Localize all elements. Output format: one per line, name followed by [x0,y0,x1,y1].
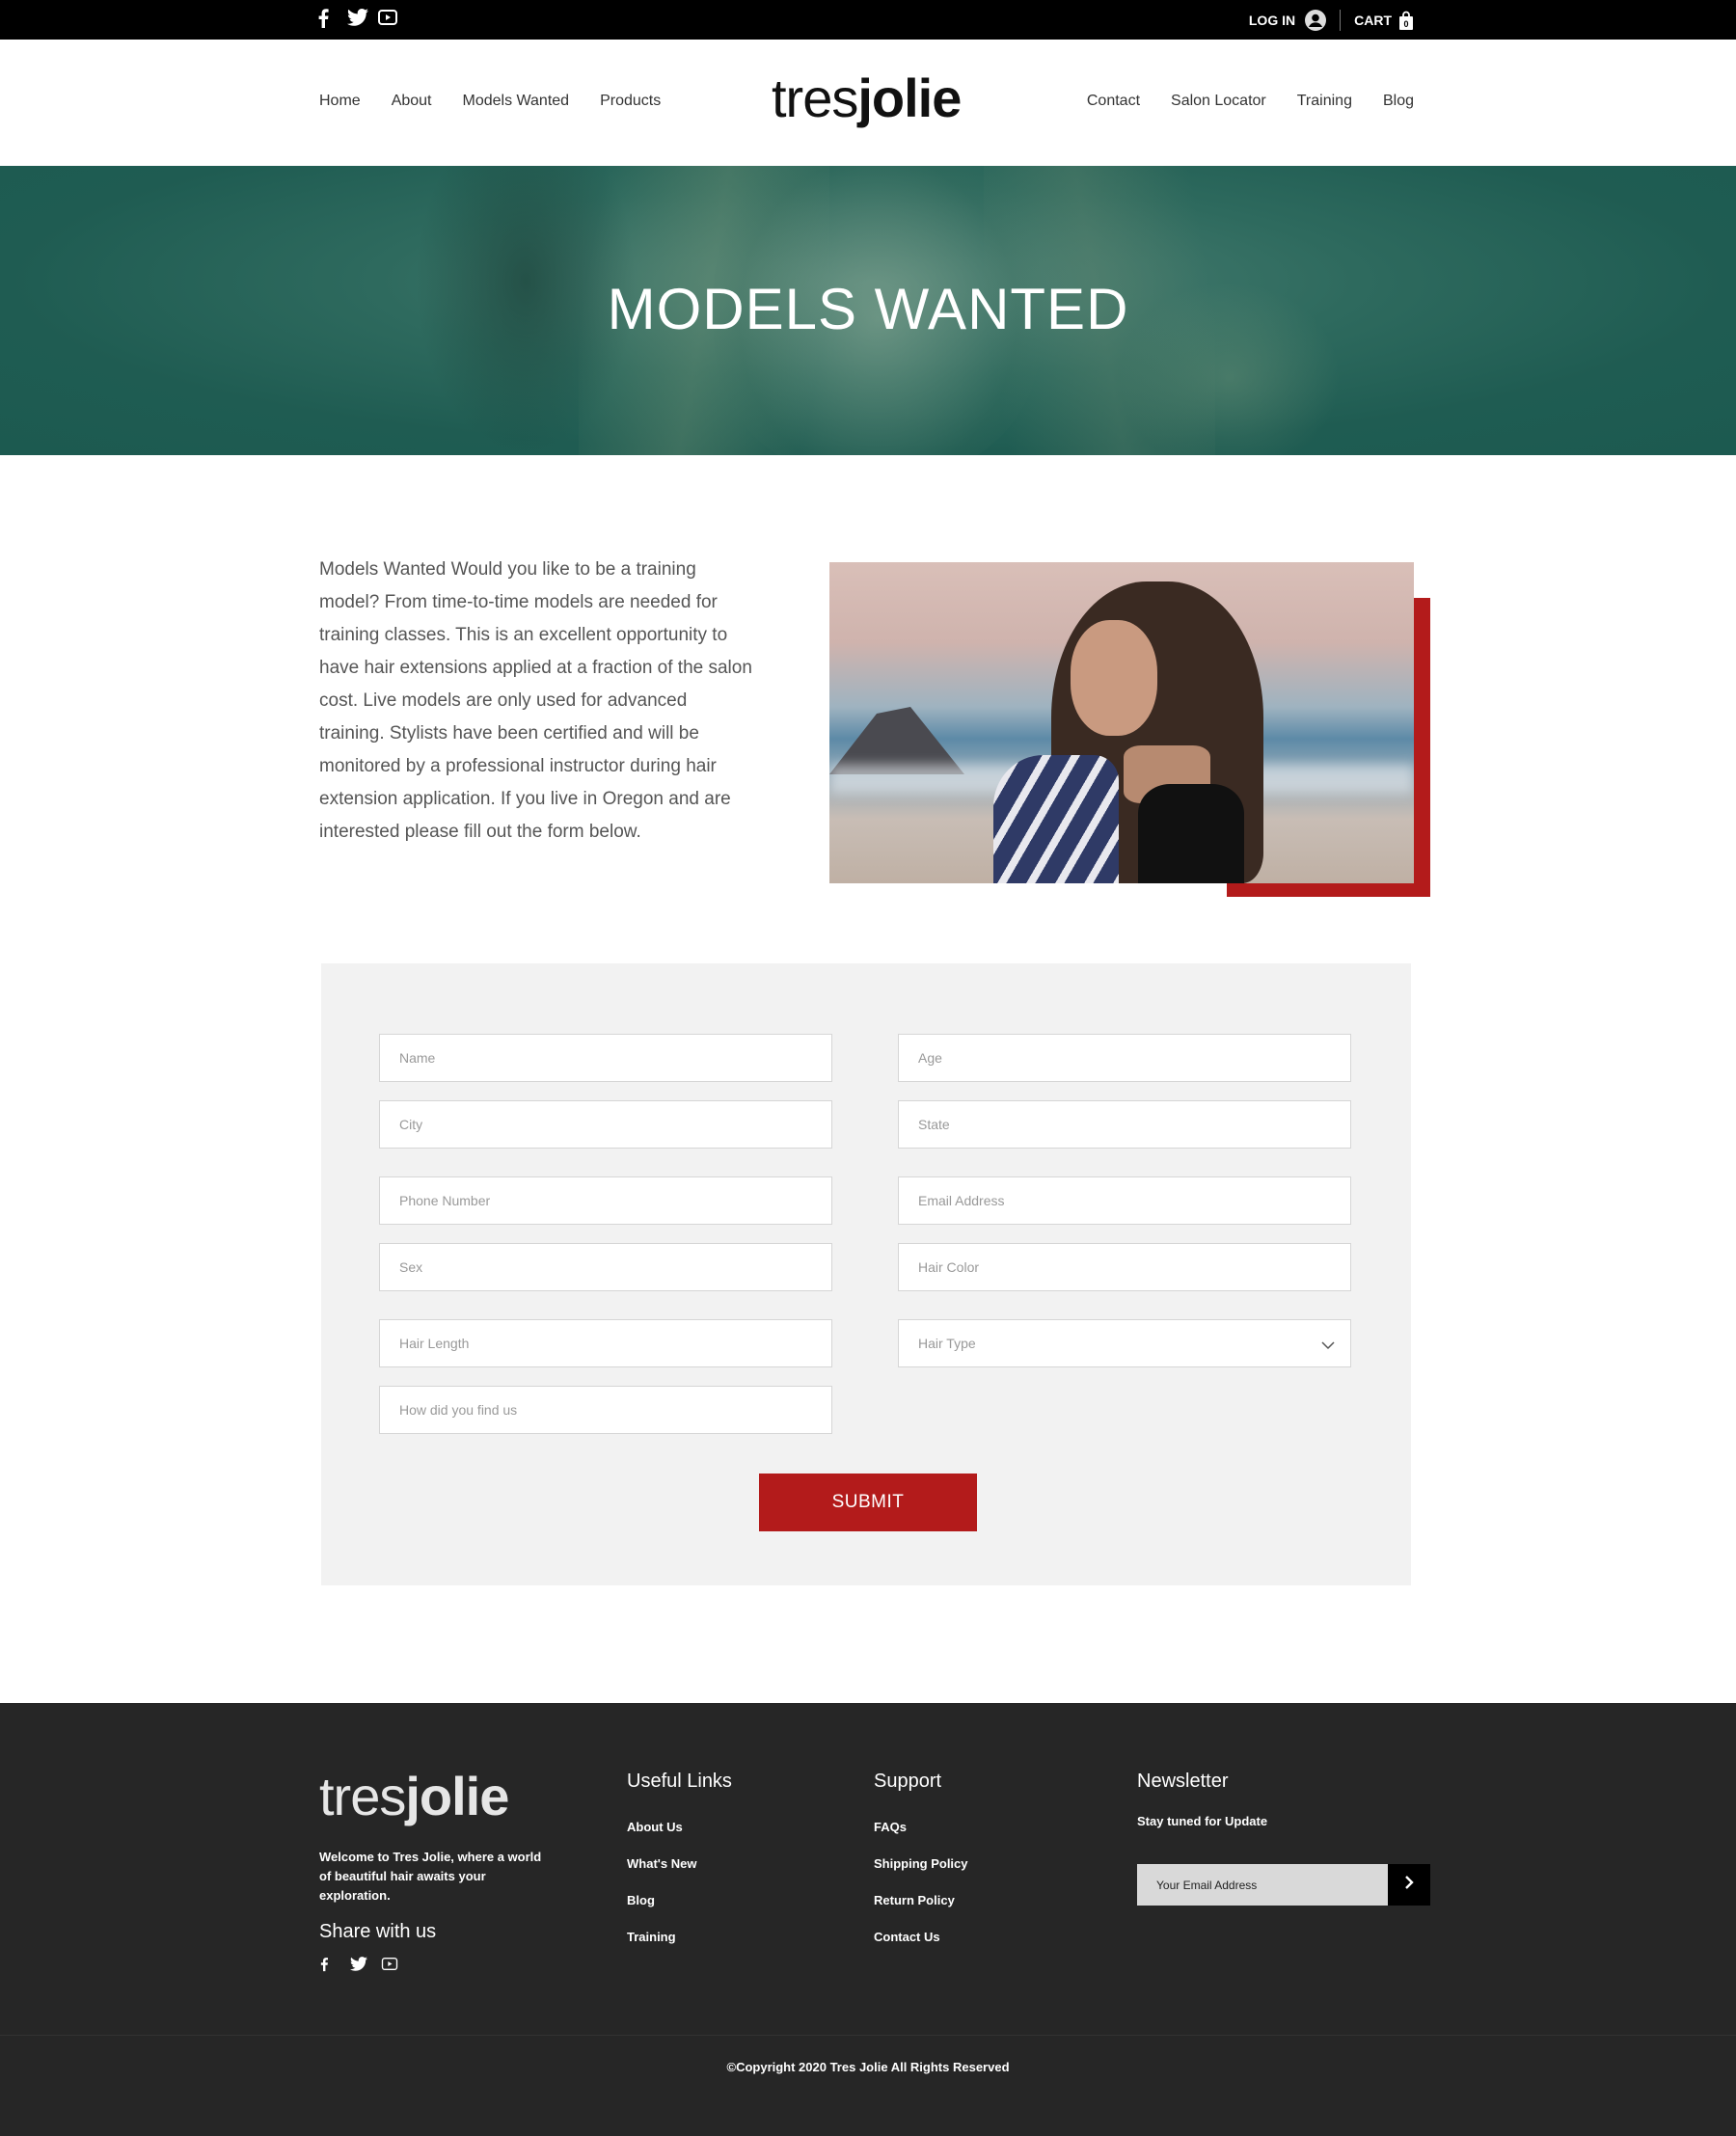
hero-banner: MODELS WANTED [0,166,1736,455]
footer-social-icons [319,1957,398,1974]
hair-type-label: Hair Type [918,1336,976,1351]
top-bar: LOG IN CART 0 [0,0,1736,40]
site-header: Home About Models Wanted Products tresjo… [0,40,1736,166]
nav-contact[interactable]: Contact [1087,93,1140,110]
age-field[interactable]: Age [898,1034,1351,1082]
cart-label: CART [1354,12,1392,28]
logo-light: tres [772,68,858,128]
nav-models-wanted[interactable]: Models Wanted [463,93,570,110]
newsletter-email-input[interactable]: Your Email Address [1137,1864,1388,1906]
site-footer: tresjolie Welcome to Tres Jolie, where a… [0,1703,1736,2136]
nav-about[interactable]: About [392,93,432,110]
name-field[interactable]: Name [379,1034,832,1082]
footer-logo-light: tres [319,1766,406,1826]
copyright-text: ©Copyright 2020 Tres Jolie All Rights Re… [726,2060,1010,2074]
newsletter-column: Newsletter Stay tuned for Update [1137,1771,1267,1828]
site-logo[interactable]: tresjolie [772,67,962,129]
sex-field[interactable]: Sex [379,1243,832,1291]
twitter-icon[interactable] [347,9,368,30]
footer-link-return-policy[interactable]: Return Policy [874,1891,968,1928]
photo-shape [1138,784,1244,883]
cart-button[interactable]: CART 0 [1354,11,1415,30]
support-heading: Support [874,1771,942,1792]
photo-shape [1071,620,1157,736]
nav-training[interactable]: Training [1297,93,1352,110]
nav-left: Home About Models Wanted Products [319,93,661,110]
page-title: MODELS WANTED [607,277,1129,341]
photo-shape [993,755,1119,883]
useful-links-column: Useful Links About Us What's New Blog Tr… [627,1771,732,1964]
login-label: LOG IN [1248,12,1296,28]
email-field[interactable]: Email Address [898,1176,1351,1225]
footer-link-shipping-policy[interactable]: Shipping Policy [874,1854,968,1891]
share-heading: Share with us [319,1921,437,1942]
footer-logo[interactable]: tresjolie [319,1765,509,1827]
facebook-icon[interactable] [319,1957,337,1974]
footer-logo-bold: jolie [405,1766,509,1826]
topbar-separator [1340,9,1342,31]
state-field[interactable]: State [898,1100,1351,1149]
twitter-icon[interactable] [350,1957,367,1974]
hair-type-select[interactable]: Hair Type [898,1319,1351,1367]
user-avatar-icon [1305,9,1327,31]
nav-right: Contact Salon Locator Training Blog [1087,93,1414,110]
nav-products[interactable]: Products [600,93,661,110]
hair-length-field[interactable]: Hair Length [379,1319,832,1367]
support-column: Support FAQs Shipping Policy Return Poli… [874,1771,968,1964]
footer-link-faqs[interactable]: FAQs [874,1818,968,1854]
nav-home[interactable]: Home [319,93,361,110]
footer-link-whats-new[interactable]: What's New [627,1854,732,1891]
footer-divider [0,2035,1736,2036]
hair-color-field[interactable]: Hair Color [898,1243,1351,1291]
submit-button[interactable]: SUBMIT [759,1474,977,1531]
shopping-bag-icon: 0 [1397,11,1415,30]
footer-welcome-text: Welcome to Tres Jolie, where a world of … [319,1850,542,1903]
newsletter-heading: Newsletter [1137,1771,1229,1792]
footer-link-blog[interactable]: Blog [627,1891,732,1928]
footer-link-about-us[interactable]: About Us [627,1818,732,1854]
useful-links-heading: Useful Links [627,1771,732,1792]
nav-blog[interactable]: Blog [1383,93,1414,110]
footer-link-training[interactable]: Training [627,1928,732,1964]
model-photo [829,562,1414,883]
svg-text:0: 0 [1403,19,1408,29]
chevron-down-icon [1321,1338,1335,1350]
chevron-right-icon [1404,1876,1414,1894]
intro-text: Models Wanted Would you like to be a tra… [319,559,752,842]
top-social-icons [316,9,397,30]
phone-field[interactable]: Phone Number [379,1176,832,1225]
facebook-icon[interactable] [316,9,336,30]
nav-salon-locator[interactable]: Salon Locator [1171,93,1266,110]
login-button[interactable]: LOG IN [1248,9,1327,31]
youtube-icon[interactable] [378,9,397,30]
city-field[interactable]: City [379,1100,832,1149]
newsletter-submit-button[interactable] [1388,1864,1430,1906]
youtube-icon[interactable] [381,1957,398,1974]
newsletter-subtitle: Stay tuned for Update [1137,1814,1268,1828]
account-area: LOG IN CART 0 [1249,0,1415,40]
footer-link-contact-us[interactable]: Contact Us [874,1928,968,1964]
how-found-field[interactable]: How did you find us [379,1386,832,1434]
model-application-form: Name Age City State Phone Number Email A… [321,963,1411,1585]
logo-bold: jolie [857,68,962,128]
